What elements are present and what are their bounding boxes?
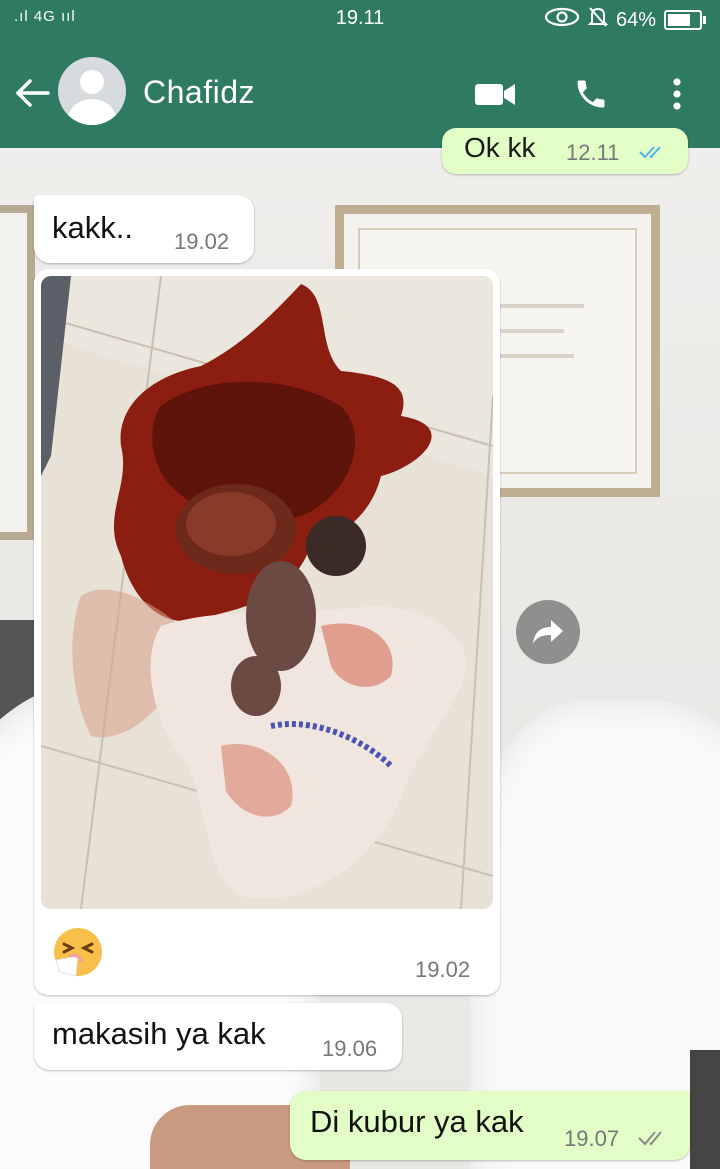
message-text: Ok kk: [464, 132, 536, 163]
battery-percent: 64%: [615, 8, 656, 31]
contact-name[interactable]: Chafidz: [143, 74, 255, 111]
wall-shadow-right: [690, 1050, 720, 1169]
message-bubble-incoming[interactable]: makasih ya kak 19.06: [34, 1003, 402, 1070]
message-time: 19.02: [174, 229, 230, 254]
image-message-bubble[interactable]: 19.02: [34, 269, 500, 995]
message-time: 12.11: [566, 140, 620, 165]
message-time: 19.06: [322, 1036, 378, 1061]
message-bubble-incoming[interactable]: kakk.. 19.02: [34, 195, 254, 263]
battery-icon: [664, 10, 706, 30]
status-bar: .ıl 4G ııl 19.11 64%: [0, 0, 720, 38]
message-photo[interactable]: [41, 276, 493, 909]
read-ticks-icon: [638, 144, 668, 165]
back-arrow-icon[interactable]: [12, 76, 52, 110]
message-text: Di kubur ya kak: [310, 1104, 524, 1139]
forward-icon[interactable]: [516, 600, 580, 664]
message-text: makasih ya kak: [52, 1016, 266, 1051]
more-vert-icon[interactable]: [654, 72, 700, 116]
message-bubble-outgoing[interactable]: Ok kk 12.11: [442, 128, 688, 174]
avatar-icon[interactable]: [58, 57, 126, 125]
delivered-ticks-icon: [637, 1129, 669, 1152]
message-bubble-outgoing[interactable]: Di kubur ya kak 19.07: [290, 1091, 690, 1160]
message-text: kakk..: [52, 210, 133, 245]
bell-muted-icon: [587, 6, 609, 34]
video-call-icon[interactable]: [472, 72, 518, 116]
sneezing-face-emoji: [52, 926, 104, 978]
eye-icon: [544, 7, 580, 33]
message-time: 19.07: [564, 1126, 620, 1151]
message-time: 19.02: [415, 957, 471, 982]
wall-frame-left: [0, 205, 35, 540]
phone-icon[interactable]: [568, 72, 614, 116]
